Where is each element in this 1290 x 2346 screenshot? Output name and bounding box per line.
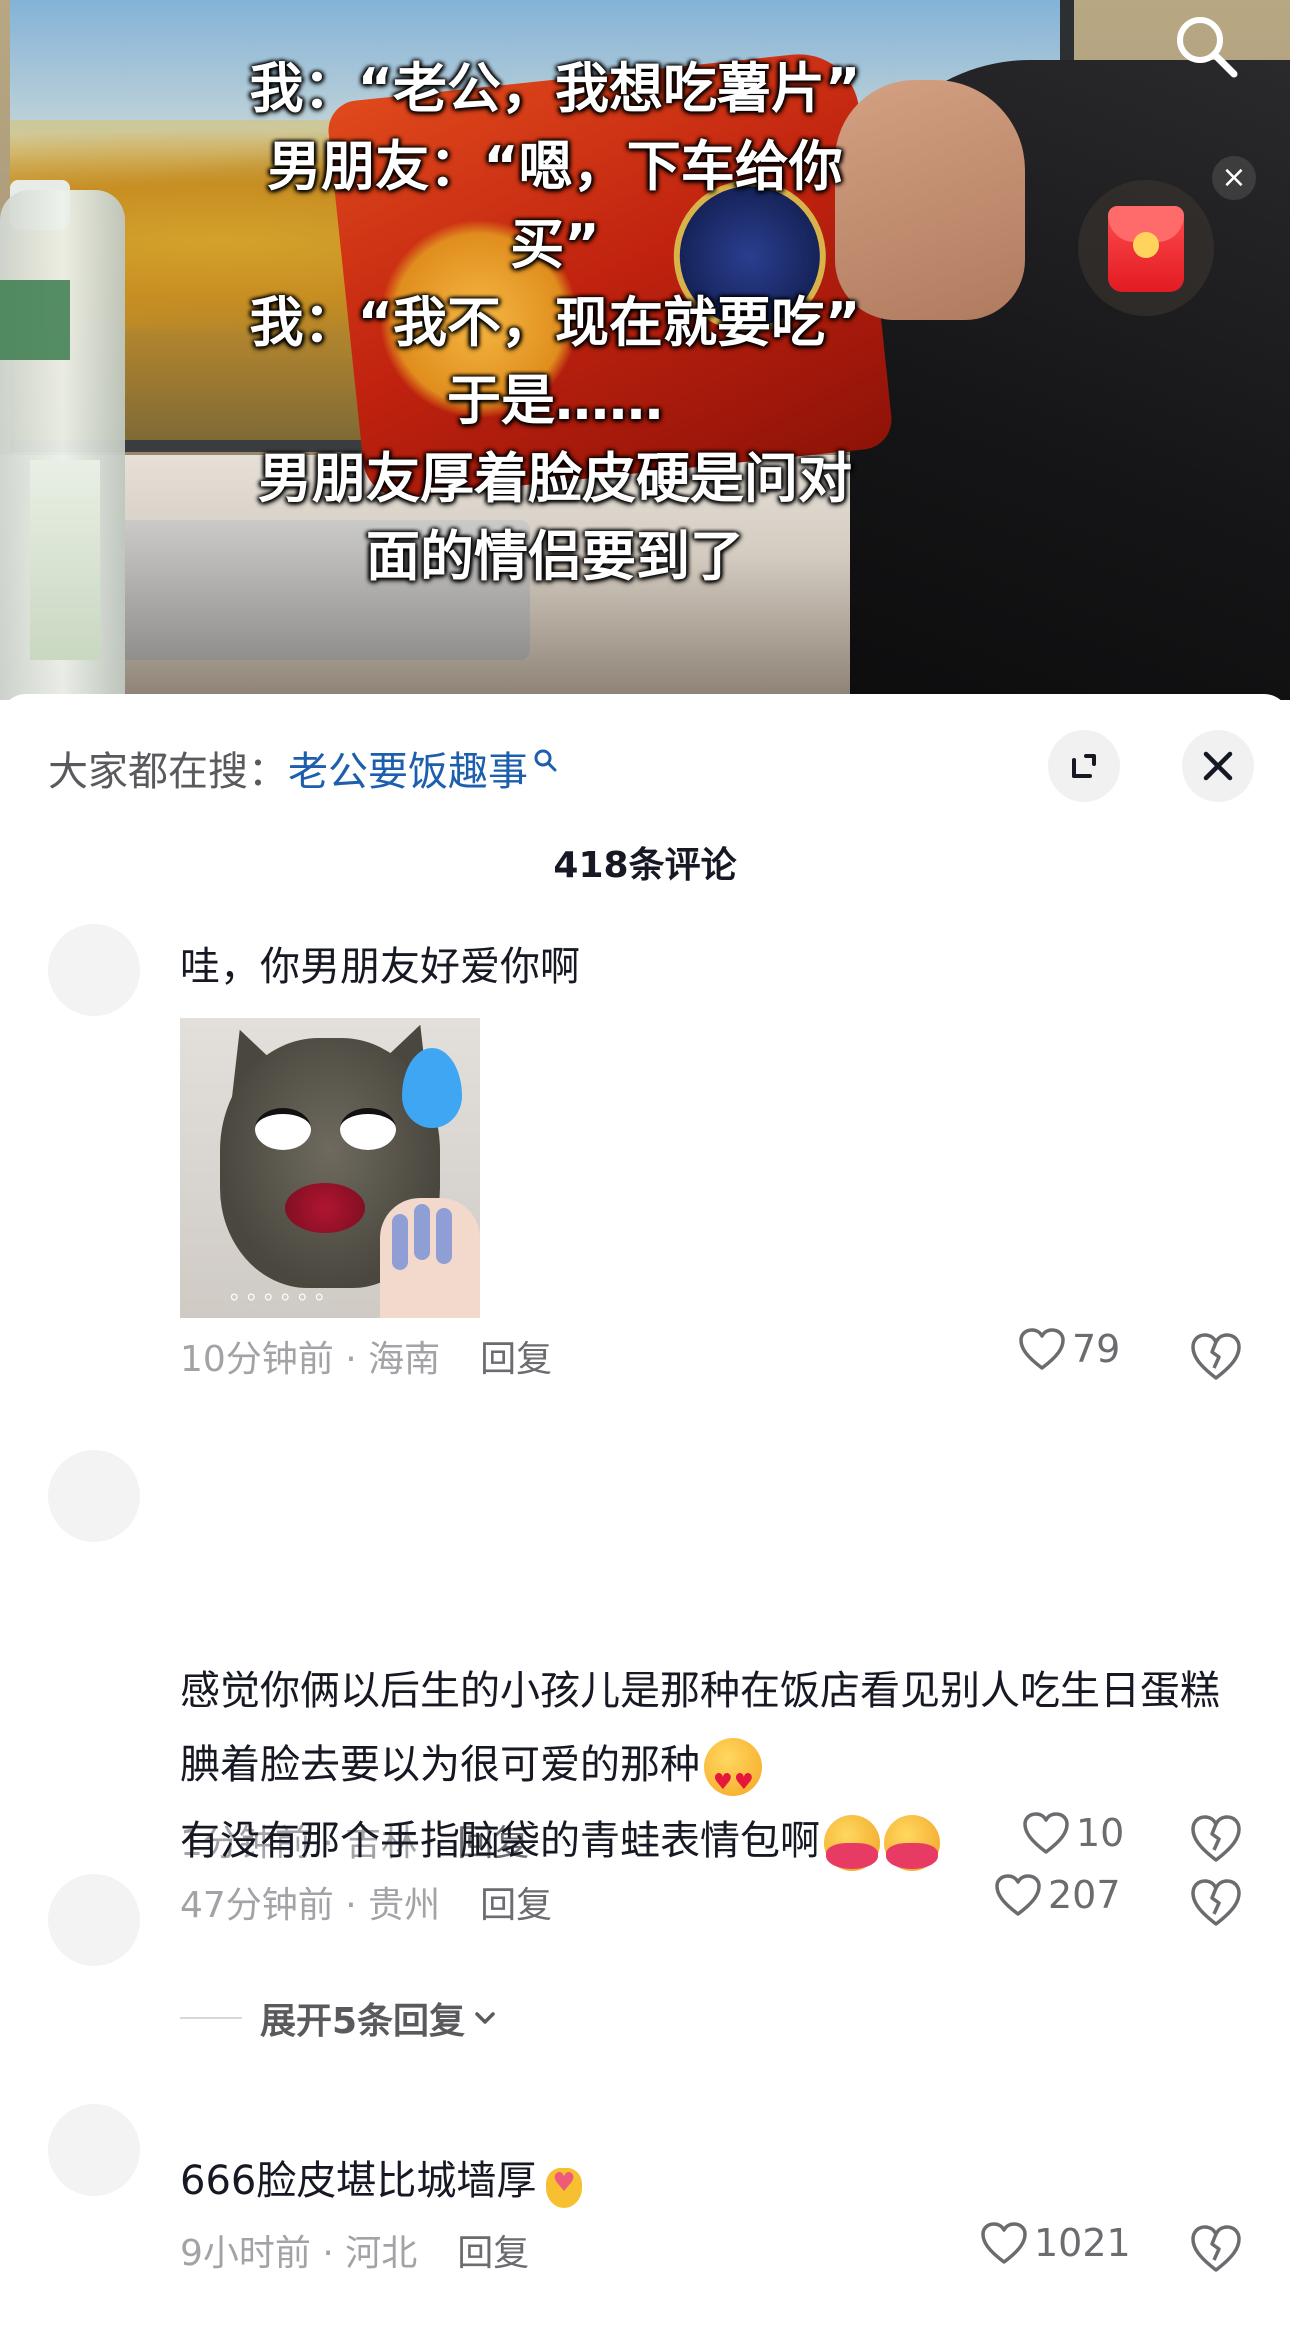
broken-heart-icon[interactable] [1188, 1874, 1244, 1930]
close-comments-button[interactable] [1182, 730, 1254, 802]
comment-sheet: 大家都在搜：老公要饭趣事 418条评论 哇，你男朋友好爱你啊 。。。。。。 10… [0, 694, 1290, 2346]
expand-replies-button[interactable]: 展开5条回复 [180, 1992, 499, 2052]
comment-meta: 47分钟前 · 贵州 回复 [180, 1876, 552, 1928]
like-count: 207 [1048, 1872, 1121, 1917]
like-count: 79 [1072, 1326, 1121, 1371]
heart-icon [1019, 1327, 1065, 1370]
comment-text: 有没有那个手指脑袋的青蛙表情包啊 [180, 1804, 1250, 1878]
like-button[interactable]: 207 [994, 1870, 1121, 1926]
like-button[interactable]: 79 [1018, 1324, 1120, 1380]
red-packet-icon [1108, 206, 1184, 292]
trending-search-term[interactable]: 老公要饭趣事 [288, 749, 528, 795]
comment-meta: 10分钟前 · 海南 回复 [180, 1330, 552, 1382]
sticker-caption: 。。。。。。 [230, 1280, 344, 1305]
hugging-face-icon [824, 1815, 880, 1871]
caption-line: 我：“老公，我想吃薯片” [249, 57, 861, 120]
reply-button[interactable]: 回复 [480, 1339, 552, 1380]
expand-replies-label: 展开5条回复 [260, 2001, 466, 2042]
caption-line: 面的情侣要到了 [366, 525, 744, 588]
trending-search[interactable]: 大家都在搜：老公要饭趣事 [48, 742, 558, 802]
comment-sticker[interactable]: 。。。。。。 [180, 1018, 480, 1318]
avatar[interactable] [48, 1874, 140, 1966]
reply-button[interactable]: 回复 [480, 1885, 552, 1926]
chevron-down-icon [475, 2012, 495, 2024]
broken-heart-icon[interactable] [1188, 1328, 1244, 1384]
caption-line: 买” [510, 213, 600, 276]
comment-text: 感觉你俩以后生的小孩儿是那种在饭店看见别人吃生日蛋糕腆着脸去要以为很可爱的那种 [180, 1654, 1245, 1820]
like-count: 1021 [1034, 2220, 1131, 2265]
comment-time-location: 47分钟前 · 贵州 [180, 1885, 441, 1926]
video-player[interactable]: 我：“老公，我想吃薯片” 男朋友：“嗯，下车给你 买” 我：“我不，现在就要吃”… [0, 0, 1290, 700]
expand-icon [1072, 754, 1096, 778]
close-icon [1203, 751, 1233, 781]
search-icon [534, 749, 557, 772]
avatar[interactable] [48, 2104, 140, 2196]
caption-line: 于是…… [447, 369, 663, 432]
caption-line: 我：“我不，现在就要吃” [249, 291, 861, 354]
caption-line: 男朋友：“嗯，下车给你 [267, 135, 843, 198]
video-caption: 我：“老公，我想吃薯片” 男朋友：“嗯，下车给你 买” 我：“我不，现在就要吃”… [150, 50, 960, 596]
smiling-face-with-hearts-icon [704, 1738, 762, 1820]
avatar[interactable] [48, 924, 140, 1016]
search-icon[interactable] [1170, 10, 1240, 80]
comment-meta: 9小时前 · 河北 回复 [180, 2224, 529, 2276]
trending-search-prefix: 大家都在搜： [48, 749, 288, 795]
broken-heart-icon[interactable] [1188, 2220, 1244, 2276]
comment-time-location: 10分钟前 · 海南 [180, 1339, 441, 1380]
comment-text: 666脸皮堪比城墙厚 [180, 2144, 1250, 2220]
red-packet-close-button[interactable]: × [1212, 156, 1256, 200]
comment-text-body: 666脸皮堪比城墙厚 [180, 2158, 537, 2204]
comment-time-location: 9小时前 · 河北 [180, 2233, 418, 2274]
heart-icon [981, 2221, 1027, 2264]
avatar[interactable] [48, 1450, 140, 1542]
like-button[interactable]: 1021 [980, 2218, 1131, 2274]
fullscreen-button[interactable] [1048, 730, 1120, 802]
reply-button[interactable]: 回复 [457, 2233, 529, 2274]
finger-heart-icon [540, 2146, 586, 2220]
caption-line: 男朋友厚着脸皮硬是问对 [258, 447, 852, 510]
heart-icon [995, 1873, 1041, 1916]
comment-text: 哇，你男朋友好爱你啊 [180, 944, 580, 990]
comment-text-body: 感觉你俩以后生的小孩儿是那种在饭店看见别人吃生日蛋糕腆着脸去要以为很可爱的那种 [180, 1668, 1220, 1788]
comment-text-body: 有没有那个手指脑袋的青蛙表情包啊 [180, 1818, 820, 1864]
red-packet-button[interactable] [1078, 180, 1214, 316]
comment-count: 418条评论 [553, 845, 737, 886]
divider [180, 2017, 242, 2019]
hugging-face-icon [884, 1815, 940, 1871]
